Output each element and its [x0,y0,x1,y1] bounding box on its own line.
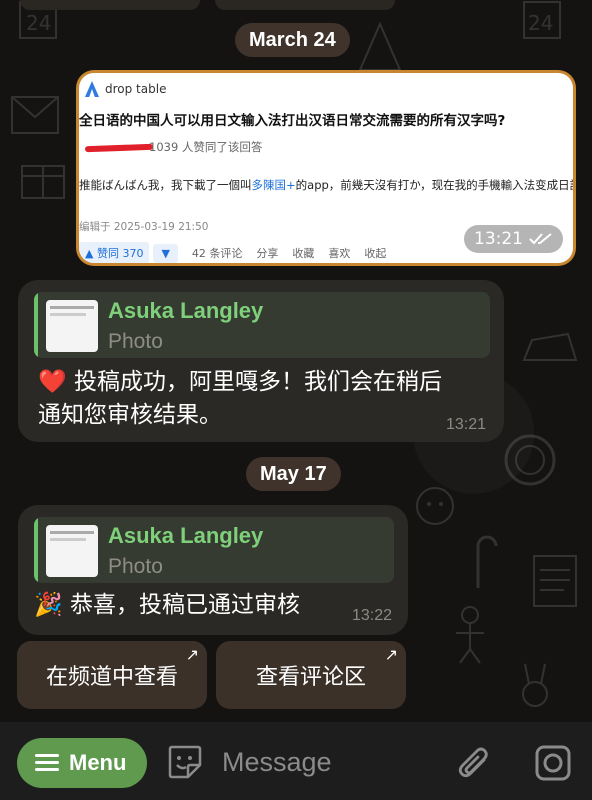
message-line-1: 投稿成功，阿里嘎多！我们会在稍后 [73,369,442,395]
wreath-doodle-icon [504,434,556,486]
photo-source: drop table [85,81,166,97]
photo-content: drop table 全日语的中国人可以用日文输入法打出汉语日常交流需要的所有汉… [79,73,573,263]
photo-question-title: 全日语的中国人可以用日文输入法打出汉语日常交流需要的所有汉字吗? [79,113,506,129]
redaction-mark [84,143,154,153]
view-comments-button[interactable]: 查看评论区 ↗ [216,641,406,709]
photo-downvote: ▼ [153,243,178,263]
message-input[interactable] [222,742,442,782]
external-link-arrow-icon: ↗ [384,645,398,664]
source-logo-icon [85,81,99,97]
paperclip-icon[interactable] [456,744,492,782]
photo-edited-time: 编辑于 2025-03-19 21:50 [79,221,209,233]
bunny-doodle-icon [522,663,548,707]
calendar-doodle-right-icon: 24 [523,1,561,39]
photo-comments: 42 条评论 [191,247,243,260]
heart-emoji-icon: ❤️ [38,369,67,395]
party-popper-emoji-icon: 🎉 [34,592,63,618]
svg-text:24: 24 [26,11,51,35]
reply-thumbnail [46,300,98,352]
message-time: 13:22 [351,607,392,624]
reply-type: Photo [108,330,163,353]
message-line-1: 恭喜，投稿已通过审核 [69,592,300,618]
external-link-arrow-icon: ↗ [185,645,199,664]
dog-doodle-icon [416,487,454,525]
hamburger-icon [35,754,59,772]
reply-thumbnail [46,525,98,577]
camera-icon[interactable] [533,745,573,781]
previous-message-stub [215,0,395,10]
sticker-icon[interactable] [166,743,204,781]
date-separator: May 17 [246,457,341,491]
svg-text:24: 24 [528,11,553,35]
view-comments-label: 查看评论区 [255,665,366,690]
photo-collapse: 收起 [364,247,387,260]
reply-type: Photo [108,555,163,578]
reply-preview[interactable]: Asuka Langley Photo [34,517,394,583]
photo-message[interactable]: drop table 全日语的中国人可以用日文输入法打出汉语日常交流需要的所有汉… [76,70,576,266]
photo-answer-body: 推能ばんばん我，我下載了一個叫多陳国+的app，前幾天沒有打か，现在我的手機輸入… [79,178,573,192]
message-text: 🎉 恭喜，投稿已通过审核 [34,589,300,622]
reply-author: Asuka Langley [108,523,264,548]
notepad-doodle-icon [533,555,577,607]
composer-bar: Menu [0,722,592,800]
incoming-message[interactable]: Asuka Langley Photo ❤️ 投稿成功，阿里嘎多！我们会在稍后 … [18,280,504,442]
reply-author: Asuka Langley [108,298,264,323]
photo-source-label: drop table [105,82,167,96]
reply-bar [34,292,38,358]
photo-favorite: 收藏 [292,247,315,260]
view-in-channel-label: 在频道中查看 [45,665,178,690]
reply-bar [34,517,38,583]
message-text: ❤️ 投稿成功，阿里嘎多！我们会在稍后 通知您审核结果。 [38,366,442,432]
photo-vote: ▲ 赞同 370 [79,242,150,263]
reply-preview[interactable]: Asuka Langley Photo [34,292,490,358]
photo-time: 13:21 [474,229,523,249]
menu-label: Menu [69,750,127,775]
candy-cane-doodle-icon [476,535,498,588]
gift-doodle-icon [21,165,65,199]
message-line-2: 通知您审核结果。 [38,402,222,428]
photo-like: 喜欢 [328,247,351,260]
view-in-channel-button[interactable]: 在频道中查看 ↗ [17,641,207,709]
cake-doodle-icon [522,332,578,361]
bot-menu-button[interactable]: Menu [17,738,147,788]
envelope-doodle-icon [11,96,59,134]
date-separator: March 24 [235,23,350,57]
photo-share: 分享 [256,247,279,260]
photo-approve-count: 1039 人赞同了该回答 [149,140,263,154]
message-time: 13:21 [445,416,486,433]
incoming-message[interactable]: Asuka Langley Photo 🎉 恭喜，投稿已通过审核 13:22 [18,505,408,635]
photo-timestamp: 13:21 [464,225,563,253]
gingerbread-doodle-icon [456,606,484,664]
previous-message-stub [20,0,200,10]
photo-body-link: 多陳国+ [251,178,296,192]
double-check-icon [529,233,552,245]
